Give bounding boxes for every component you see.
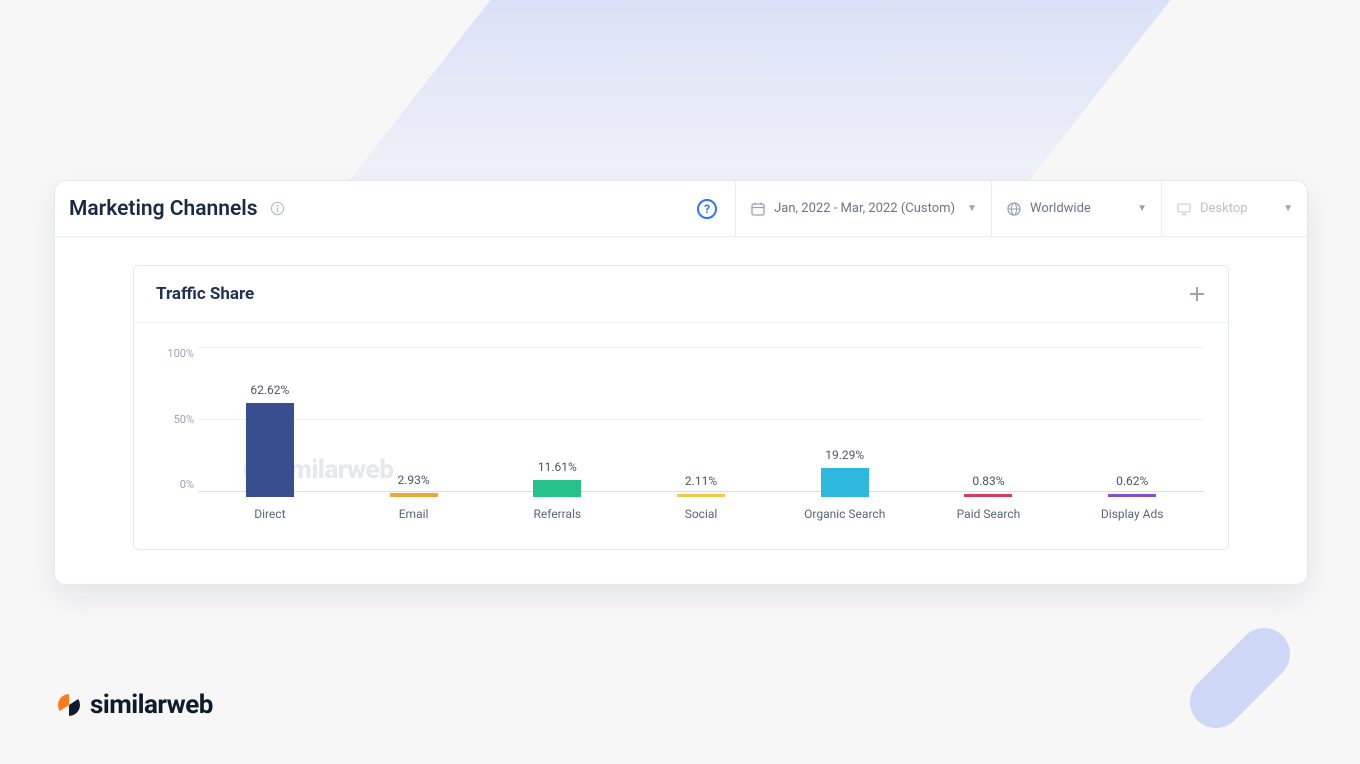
page-title: Marketing Channels — [69, 197, 258, 221]
brand-icon — [56, 692, 82, 718]
add-button[interactable] — [1188, 285, 1206, 303]
bar-category-label: Referrals — [533, 507, 581, 521]
bar-value-label: 62.62% — [250, 383, 289, 397]
info-icon[interactable] — [270, 201, 286, 217]
region-filter[interactable]: Worldwide ▼ — [991, 181, 1161, 236]
device-filter: Desktop ▼ — [1161, 181, 1307, 236]
chart-bar: 0.62% — [1108, 494, 1156, 497]
chevron-down-icon: ▼ — [1137, 203, 1147, 214]
bar-category-label: Direct — [254, 507, 285, 521]
traffic-share-chart: 100% 50% 0% similarweb 62.62%Direct2.93%… — [134, 323, 1228, 549]
device-label: Desktop — [1200, 201, 1248, 216]
chart-bar: 62.62% — [246, 403, 294, 497]
desktop-icon — [1176, 201, 1192, 217]
chart-column: 11.61% Referrals — [485, 347, 629, 521]
panel-header: Marketing Channels ? Jan, 2022 - Mar, 20… — [55, 181, 1307, 237]
bar-value-label: 19.29% — [825, 448, 864, 462]
chart-column: 0.62% Display Ads — [1060, 347, 1204, 521]
brand-logo: similarweb — [56, 690, 213, 720]
chart-column: 2.11% Social — [629, 347, 773, 521]
chart-column: 19.29% Organic Search — [773, 347, 917, 521]
help-icon[interactable]: ? — [697, 199, 717, 219]
chart-bar: 0.83% — [964, 494, 1012, 497]
bar-category-label: Paid Search — [957, 507, 1021, 521]
marketing-channels-panel: Marketing Channels ? Jan, 2022 - Mar, 20… — [54, 180, 1308, 585]
chart-column: 0.83% Paid Search — [917, 347, 1061, 521]
date-range-filter[interactable]: Jan, 2022 - Mar, 2022 (Custom) ▼ — [735, 181, 991, 236]
chart-bar: 2.93% — [390, 493, 438, 497]
bar-category-label: Social — [685, 507, 718, 521]
chart-bar: 2.11% — [677, 494, 725, 497]
y-tick-label: 0% — [180, 478, 194, 491]
calendar-icon — [750, 201, 766, 217]
chart-bar: 11.61% — [533, 480, 581, 497]
region-label: Worldwide — [1030, 201, 1091, 216]
y-tick-label: 100% — [167, 347, 194, 360]
chart-bar: 19.29% — [821, 468, 869, 497]
bar-value-label: 0.62% — [1116, 474, 1148, 488]
bar-value-label: 0.83% — [972, 474, 1004, 488]
chart-column: 62.62% Direct — [198, 347, 342, 521]
chart-column: 2.93% Email — [342, 347, 486, 521]
card-title: Traffic Share — [156, 284, 254, 304]
bar-category-label: Email — [399, 507, 429, 521]
bar-value-label: 11.61% — [538, 460, 577, 474]
bar-category-label: Display Ads — [1101, 507, 1164, 521]
y-axis-labels: 100% 50% 0% — [150, 347, 194, 491]
decorative-pill — [1179, 617, 1301, 739]
traffic-share-card: Traffic Share 100% 50% 0% similarweb 62.… — [133, 265, 1229, 550]
bar-value-label: 2.93% — [397, 473, 429, 487]
bar-category-label: Organic Search — [804, 507, 885, 521]
globe-icon — [1006, 201, 1022, 217]
chevron-down-icon: ▼ — [1283, 203, 1293, 214]
date-range-label: Jan, 2022 - Mar, 2022 (Custom) — [774, 201, 955, 216]
brand-name: similarweb — [90, 690, 213, 720]
chevron-down-icon: ▼ — [967, 203, 977, 214]
bar-value-label: 2.11% — [685, 474, 717, 488]
y-tick-label: 50% — [174, 413, 194, 426]
